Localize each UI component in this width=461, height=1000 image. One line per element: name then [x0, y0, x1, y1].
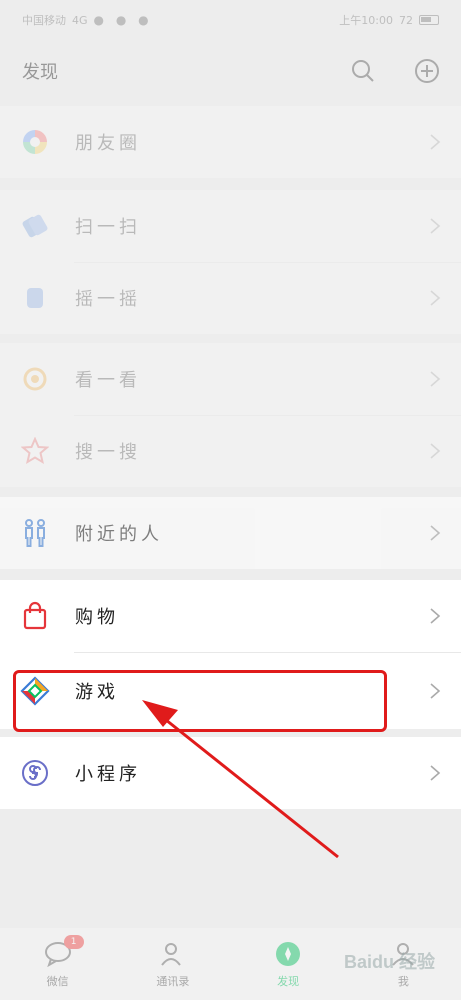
page-title: 发现 [22, 62, 58, 83]
top-stories-icon [20, 364, 50, 394]
menu-item-moments[interactable]: 朋友圈 [0, 106, 461, 178]
chevron-right-icon [430, 443, 441, 459]
tab-badge: 1 [63, 935, 84, 949]
menu-item-shake[interactable]: 摇一摇 [0, 262, 461, 334]
chevron-right-icon [430, 134, 441, 150]
network-text: 4G [72, 13, 88, 27]
menu-item-games[interactable]: 游戏 [0, 652, 461, 729]
battery-icon [419, 15, 439, 25]
menu-item-shopping[interactable]: 购物 [0, 580, 461, 652]
watermark: Baidu 经验 [343, 952, 435, 972]
chevron-right-icon [430, 218, 441, 234]
tab-label: 发现 [277, 975, 300, 988]
group-people-nearby: 附近的人 [0, 497, 461, 569]
menu-item-top-stories[interactable]: 看一看 [0, 343, 461, 415]
chevron-right-icon [430, 682, 441, 699]
time-text: 上午10:00 [339, 14, 393, 27]
tab-discover[interactable]: 发现 [248, 939, 328, 989]
scan-icon [20, 211, 50, 241]
group-shopping-games: 购物 游戏 [0, 580, 461, 729]
mini-programs-icon [20, 758, 50, 788]
group-moments: 朋友圈 [0, 106, 461, 178]
menu-item-label: 摇一摇 [75, 289, 141, 310]
header: 发现 [0, 40, 461, 102]
menu-item-label: 购物 [75, 607, 119, 628]
moments-icon [20, 127, 50, 157]
tab-chats[interactable]: 1 微信 [18, 935, 98, 989]
menu-item-label: 小程序 [75, 764, 141, 785]
add-icon[interactable] [413, 57, 441, 85]
games-icon [20, 675, 50, 706]
menu-item-label: 搜一搜 [75, 442, 141, 463]
menu-item-label: 扫一扫 [75, 217, 141, 238]
chevron-right-icon [430, 608, 441, 624]
contacts-icon [158, 939, 188, 969]
menu-item-label: 看一看 [75, 370, 141, 391]
search-star-icon [20, 436, 50, 466]
shake-icon [20, 283, 50, 313]
group-top-stories-search: 看一看 搜一搜 [0, 343, 461, 487]
tab-label: 微信 [46, 975, 69, 988]
tab-label: 通讯录 [156, 975, 190, 988]
chevron-right-icon [430, 765, 441, 781]
menu-item-label: 朋友圈 [75, 133, 141, 154]
menu-item-people-nearby[interactable]: 附近的人 [0, 497, 461, 569]
status-bar: 中国移动 4G ● ● ● 上午10:00 72 [0, 0, 461, 40]
carrier-text: 中国移动 [22, 14, 66, 27]
compass-icon [273, 939, 303, 969]
menu-item-label: 游戏 [75, 681, 119, 703]
shopping-bag-icon [20, 601, 50, 631]
battery-text: 72 [399, 13, 413, 27]
chevron-right-icon [430, 371, 441, 387]
group-mini-programs: 小程序 [0, 737, 461, 809]
menu-item-search[interactable]: 搜一搜 [0, 415, 461, 487]
menu-item-label: 附近的人 [75, 524, 163, 545]
search-icon[interactable] [349, 57, 377, 85]
tab-contacts[interactable]: 通讯录 [133, 939, 213, 989]
people-nearby-icon [20, 518, 50, 548]
menu-item-scan[interactable]: 扫一扫 [0, 190, 461, 262]
chevron-right-icon [430, 525, 441, 541]
chevron-right-icon [430, 290, 441, 306]
menu-item-mini-programs[interactable]: 小程序 [0, 737, 461, 809]
group-scan-shake: 扫一扫 摇一摇 [0, 190, 461, 334]
notification-icons: ● ● ● [93, 13, 153, 27]
tab-label: 我 [397, 975, 409, 988]
